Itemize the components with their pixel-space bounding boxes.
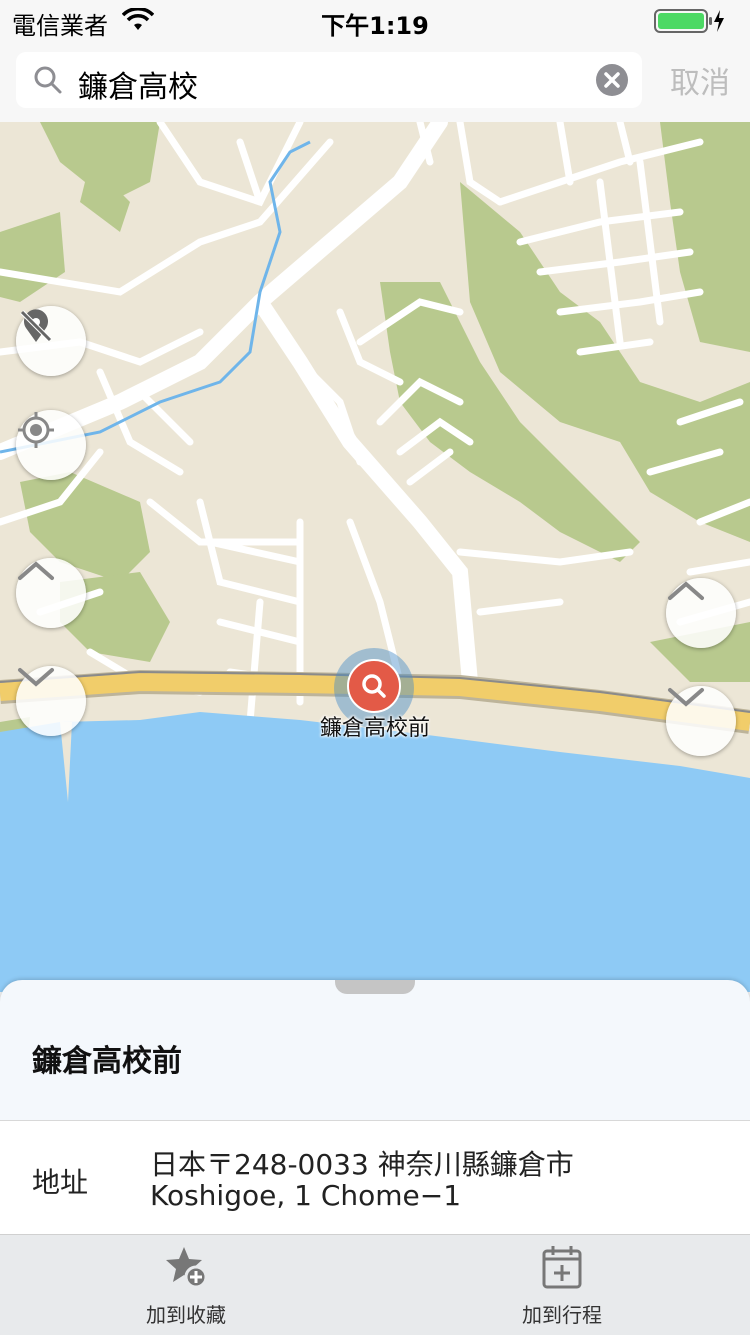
clock: 下午1:19 xyxy=(321,12,429,40)
place-title: 鐮倉高校前 xyxy=(32,1044,182,1079)
map-canvas xyxy=(0,122,750,992)
search-icon xyxy=(32,64,64,100)
search-input[interactable]: 鐮倉高校 xyxy=(16,52,642,108)
add-to-favorites-button[interactable]: 加到收藏 xyxy=(86,1243,286,1328)
address-label: 地址 xyxy=(32,1166,89,1199)
address-line-2: Koshigoe, 1 Chome−1 xyxy=(150,1179,462,1212)
search-bar: 鐮倉高校 取消 xyxy=(0,40,750,123)
status-bar: 電信業者 下午1:19 xyxy=(0,0,750,40)
address-line-1: 日本〒248-0033 神奈川縣鐮倉市 xyxy=(150,1148,574,1181)
cancel-button[interactable]: 取消 xyxy=(670,58,730,102)
bottom-toolbar: 加到收藏 加到行程 xyxy=(0,1234,750,1335)
pin-label: 鐮倉高校前 xyxy=(319,716,430,741)
address-row[interactable]: 地址 日本〒248-0033 神奈川縣鐮倉市 Koshigoe, 1 Chome… xyxy=(0,1120,750,1235)
previous-result-button[interactable] xyxy=(16,558,86,628)
star-add-icon xyxy=(162,1247,210,1295)
battery-charging-icon xyxy=(654,8,726,38)
zoom-down-button[interactable] xyxy=(666,686,736,756)
place-detail-sheet: 鐮倉高校前 地址 日本〒248-0033 神奈川縣鐮倉市 Koshigoe, 1… xyxy=(0,980,750,1235)
add-to-schedule-button[interactable]: 加到行程 xyxy=(462,1243,662,1328)
clear-icon[interactable] xyxy=(596,64,628,100)
calendar-add-icon xyxy=(538,1246,586,1295)
next-result-button[interactable] xyxy=(16,666,86,736)
search-query-text: 鐮倉高校 xyxy=(78,70,198,105)
map-view[interactable]: 鐮倉高校前 xyxy=(0,122,750,992)
sheet-grabber[interactable] xyxy=(335,980,415,994)
zoom-up-button[interactable] xyxy=(666,578,736,648)
locate-me-button[interactable] xyxy=(16,410,86,480)
add-to-schedule-label: 加到行程 xyxy=(522,1303,602,1327)
add-to-favorites-label: 加到收藏 xyxy=(146,1303,226,1327)
hide-location-pin-button[interactable] xyxy=(16,306,86,376)
